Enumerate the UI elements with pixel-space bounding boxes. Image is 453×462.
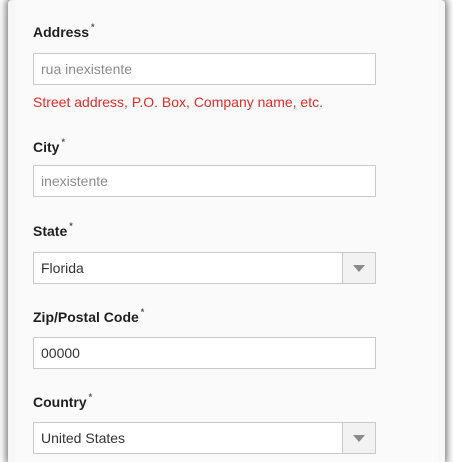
country-label-text: Country (33, 394, 87, 410)
country-selected-value: United States (41, 430, 126, 446)
shipping-address-form: Address * rua inexistente Street address,… (15, 0, 438, 462)
state-select[interactable]: Florida (33, 252, 376, 284)
address-label-text: Address (33, 24, 90, 40)
address-hint: Street address, P.O. Box, Company name, … (33, 94, 323, 110)
state-label: State * (33, 221, 73, 239)
required-asterisk: * (91, 22, 95, 32)
required-asterisk: * (69, 221, 73, 231)
required-asterisk: * (140, 307, 145, 317)
city-label: City * (33, 137, 65, 155)
chevron-down-icon (353, 264, 365, 272)
required-asterisk: * (61, 137, 65, 147)
zip-field: Zip/Postal Code * 00000 (33, 307, 376, 369)
state-field: State * Florida (33, 221, 376, 284)
state-dropdown-toggle[interactable] (342, 253, 375, 283)
address-input[interactable]: rua inexistente (33, 53, 376, 85)
chevron-down-icon (353, 434, 365, 442)
city-input[interactable]: inexistente (33, 165, 376, 197)
address-field: Address * rua inexistente Street address,… (33, 22, 376, 110)
country-select[interactable]: United States (33, 422, 376, 454)
city-field: City * inexistente (33, 137, 376, 197)
zip-label: Zip/Postal Code * (33, 307, 145, 325)
city-label-text: City (33, 139, 60, 155)
state-label-text: State (33, 223, 68, 239)
country-label: Country * (33, 392, 93, 410)
address-label: Address * (33, 22, 95, 40)
state-selected-value: Florida (41, 260, 84, 276)
zip-input[interactable]: 00000 (33, 337, 376, 369)
required-asterisk: * (88, 392, 93, 402)
country-dropdown-toggle[interactable] (342, 423, 375, 453)
zip-label-text: Zip/Postal Code (33, 309, 139, 325)
country-field: Country * United States (33, 392, 376, 454)
